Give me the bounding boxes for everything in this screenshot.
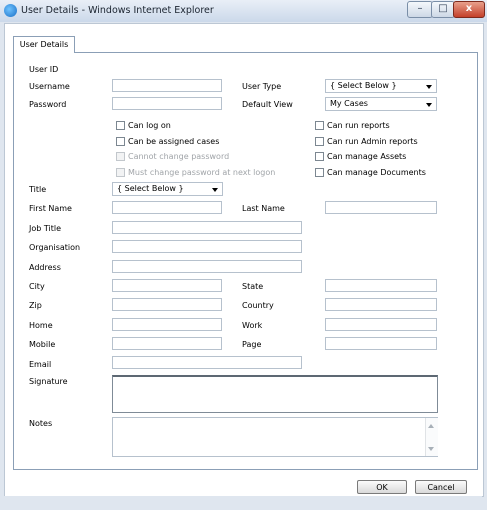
window-title: User Details - Windows Internet Explorer xyxy=(21,5,214,16)
first-name-input[interactable] xyxy=(112,201,222,214)
title-select[interactable]: { Select Below } xyxy=(112,182,223,196)
close-button[interactable]: x xyxy=(453,1,485,18)
job-title-input[interactable] xyxy=(112,221,302,234)
cannot-change-password-checkbox xyxy=(116,152,125,161)
work-input[interactable] xyxy=(325,318,437,331)
zip-label: Zip xyxy=(29,301,42,310)
user-type-select[interactable]: { Select Below } xyxy=(325,79,437,93)
tab-user-details[interactable]: User Details xyxy=(13,36,75,53)
address-label: Address xyxy=(29,263,61,272)
ie-icon xyxy=(4,4,17,17)
country-input[interactable] xyxy=(325,298,437,311)
can-be-assigned-checkbox[interactable] xyxy=(116,137,125,146)
can-be-assigned-label: Can be assigned cases xyxy=(128,137,220,146)
can-log-on-checkbox[interactable] xyxy=(116,121,125,130)
minimize-button[interactable]: – xyxy=(407,1,433,18)
address-input[interactable] xyxy=(112,260,302,273)
default-view-label: Default View xyxy=(242,100,293,109)
password-input[interactable] xyxy=(112,97,222,110)
username-input[interactable] xyxy=(112,79,222,92)
can-run-admin-reports-checkbox[interactable] xyxy=(315,137,324,146)
work-label: Work xyxy=(242,321,263,330)
must-change-password-checkbox xyxy=(116,168,125,177)
first-name-label: First Name xyxy=(29,204,72,213)
city-label: City xyxy=(29,282,45,291)
user-type-value: { Select Below } xyxy=(330,81,397,90)
scroll-up-icon[interactable] xyxy=(428,424,434,428)
page-label: Page xyxy=(242,340,262,349)
notes-label: Notes xyxy=(29,419,53,428)
city-input[interactable] xyxy=(112,279,222,292)
mobile-input[interactable] xyxy=(112,337,222,350)
zip-input[interactable] xyxy=(112,298,222,311)
last-name-label: Last Name xyxy=(242,204,285,213)
can-manage-documents-label: Can manage Documents xyxy=(327,168,426,177)
country-label: Country xyxy=(242,301,274,310)
chevron-down-icon xyxy=(212,188,218,192)
job-title-label: Job Title xyxy=(29,224,62,233)
scroll-down-icon[interactable] xyxy=(428,447,434,451)
signature-label: Signature xyxy=(29,377,68,386)
title-value: { Select Below } xyxy=(117,184,184,193)
cannot-change-password-label: Cannot change password xyxy=(128,152,230,161)
email-input[interactable] xyxy=(112,356,302,369)
can-log-on-label: Can log on xyxy=(128,121,171,130)
default-view-select[interactable]: My Cases xyxy=(325,97,437,111)
user-id-label: User ID xyxy=(29,65,59,74)
can-manage-assets-checkbox[interactable] xyxy=(315,152,324,161)
home-input[interactable] xyxy=(112,318,222,331)
page-input[interactable] xyxy=(325,337,437,350)
can-run-reports-checkbox[interactable] xyxy=(315,121,324,130)
organisation-input[interactable] xyxy=(112,240,302,253)
status-bar xyxy=(4,496,482,506)
password-label: Password xyxy=(29,100,67,109)
title-label: Title xyxy=(29,185,47,194)
chevron-down-icon xyxy=(426,85,432,89)
can-run-admin-reports-label: Can run Admin reports xyxy=(327,137,418,146)
signature-textarea[interactable] xyxy=(112,375,438,413)
notes-textarea[interactable] xyxy=(112,417,438,457)
can-manage-documents-checkbox[interactable] xyxy=(315,168,324,177)
can-manage-assets-label: Can manage Assets xyxy=(327,152,407,161)
last-name-input[interactable] xyxy=(325,201,437,214)
state-input[interactable] xyxy=(325,279,437,292)
home-label: Home xyxy=(29,321,53,330)
mobile-label: Mobile xyxy=(29,340,56,349)
username-label: Username xyxy=(29,82,70,91)
email-label: Email xyxy=(29,360,52,369)
can-run-reports-label: Can run reports xyxy=(327,121,390,130)
must-change-password-label: Must change password at next logon xyxy=(128,168,276,177)
maximize-button[interactable]: □ xyxy=(431,1,455,18)
chevron-down-icon xyxy=(426,103,432,107)
cancel-button[interactable]: Cancel xyxy=(415,480,467,494)
default-view-value: My Cases xyxy=(330,99,368,108)
ok-button[interactable]: OK xyxy=(357,480,407,494)
organisation-label: Organisation xyxy=(29,243,81,252)
state-label: State xyxy=(242,282,264,291)
user-type-label: User Type xyxy=(242,82,282,91)
